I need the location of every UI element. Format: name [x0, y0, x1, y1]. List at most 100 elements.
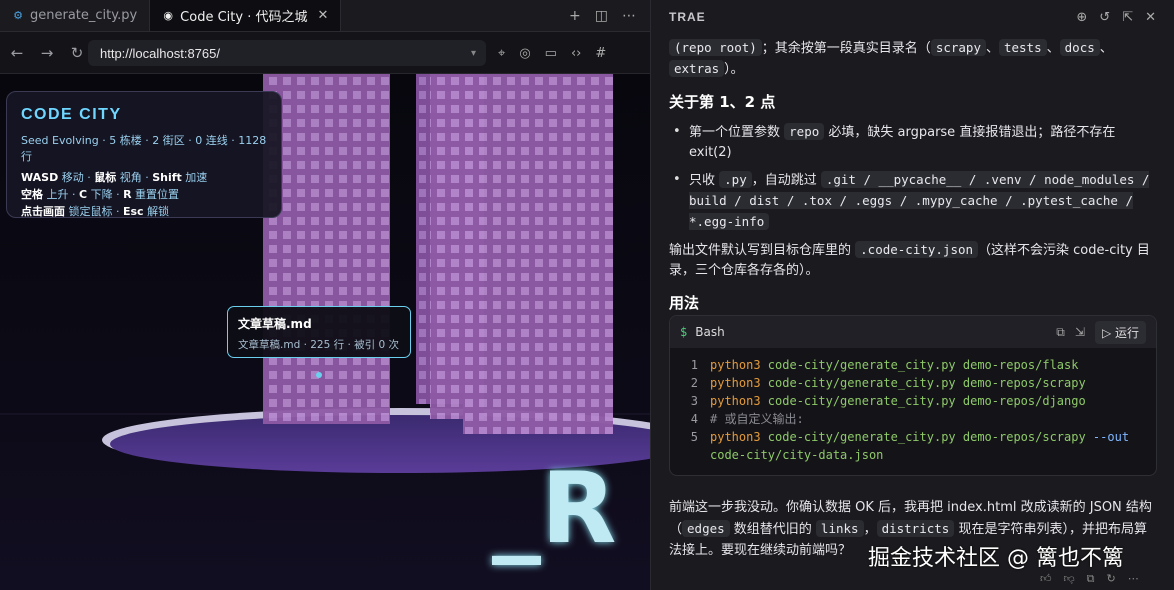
neon-sign: _R	[492, 452, 616, 566]
tooltip-detail: 文章草稿.md · 225 行 · 被引 0 次	[238, 339, 399, 351]
code-icon[interactable]: ‹›	[571, 46, 581, 61]
run-button[interactable]: ▷ 运行	[1094, 320, 1146, 344]
code-token: python3	[710, 430, 761, 444]
line-number: 2	[690, 376, 698, 390]
key-label: R	[123, 188, 132, 201]
key-label: Esc	[123, 205, 144, 218]
code-block-header: $ Bash ⧉ ⇲ ▷ 运行	[670, 316, 1156, 348]
hud-control-row: 空格 上升 · C 下降 · R 重置位置	[21, 186, 267, 203]
hud-title: CODE CITY	[21, 106, 122, 123]
regenerate-icon[interactable]: ↻	[1107, 572, 1116, 586]
key-action: 解锁	[143, 205, 170, 218]
assistant-header: TRAE ⊕ ↺ ⇱ ✕	[651, 0, 1174, 34]
tab-code-city[interactable]: ◉ Code City · 代码之城 ✕	[150, 0, 342, 31]
brand-label: TRAE	[669, 10, 706, 24]
tab-generate-city[interactable]: ⚙ generate_city.py	[0, 0, 151, 31]
line-number: 1	[690, 358, 698, 372]
key-action: 重置位置	[131, 188, 180, 201]
key-action: 视角 ·	[116, 171, 153, 184]
key-action: 下降 ·	[87, 188, 124, 201]
code-token: --out	[1092, 430, 1130, 444]
copy-icon[interactable]: ⧉	[1087, 572, 1095, 586]
close-icon[interactable]: ✕	[317, 8, 328, 23]
more-icon[interactable]: ⋯	[622, 8, 636, 24]
code-line: 4 # 或自定义输出:	[684, 410, 1156, 428]
key-label: Shift	[152, 171, 182, 184]
inline-code: (repo root)	[669, 39, 762, 56]
target-icon[interactable]: ◎	[519, 46, 530, 61]
code-line: code-city/city-data.json	[684, 446, 1156, 464]
text-run: ，自动跳过	[751, 173, 821, 188]
line-number: 4	[690, 412, 698, 426]
code-token: code-city/city-data.json	[710, 448, 884, 462]
code-token: code-city/generate_city.py demo-repos/sc…	[760, 376, 1086, 390]
code-token: code-city/generate_city.py demo-repos/sc…	[760, 430, 1093, 444]
close-icon[interactable]: ✕	[1145, 10, 1156, 25]
add-chat-icon[interactable]: ⊕	[1076, 10, 1087, 25]
python-file-icon: ⚙	[13, 9, 23, 22]
terminal-icon: $	[680, 325, 688, 339]
editor-tabbar: ⚙ generate_city.py ◉ Code City · 代码之城 ✕ …	[0, 0, 650, 32]
code-text: python3 code-city/generate_city.py demo-…	[710, 374, 1086, 392]
hud-controls: WASD 移动 · 鼠标 视角 · Shift 加速 空格 上升 · C 下降 ·…	[21, 169, 267, 220]
building	[263, 74, 390, 424]
hud-control-row: WASD 移动 · 鼠标 视角 · Shift 加速	[21, 169, 267, 186]
code-text: python3 code-city/generate_city.py demo-…	[710, 356, 1078, 374]
device-icon[interactable]: ▭	[545, 46, 557, 61]
plus-icon[interactable]: +	[569, 8, 581, 24]
code-text: python3 code-city/generate_city.py demo-…	[710, 428, 1129, 446]
text-run: 第一个位置参数	[689, 125, 785, 140]
more-icon[interactable]: ⋯	[1128, 572, 1139, 586]
assistant-pane: TRAE ⊕ ↺ ⇱ ✕ (repo root) ；其余按第一段真实目录名（ scr…	[650, 0, 1174, 590]
watermark: 掘金技术社区 @ 篱也不篱	[868, 546, 1124, 571]
code-token: code-city/generate_city.py demo-repos/fl…	[760, 358, 1079, 372]
text-run: ；其余按第一段真实目录名（	[761, 41, 931, 56]
insert-icon[interactable]: ⇲	[1075, 325, 1085, 339]
key-action: 加速	[181, 171, 208, 184]
open-external-icon[interactable]: ⇱	[1122, 10, 1133, 25]
history-icon[interactable]: ↺	[1099, 10, 1110, 25]
text-run: 、	[1099, 41, 1113, 56]
list-item: 第一个位置参数 repo 必填，缺失 argparse 直接报错退出；路径不存在…	[673, 122, 1159, 163]
copy-icon[interactable]: ⧉	[1056, 325, 1065, 340]
code-block: $ Bash ⧉ ⇲ ▷ 运行 1 python3 code-city/gener…	[669, 315, 1157, 476]
code-lines: 1 python3 code-city/generate_city.py demo…	[670, 348, 1156, 464]
tab-label: generate_city.py	[30, 8, 138, 23]
bullet-list: 第一个位置参数 repo 必填，缺失 argparse 直接报错退出；路径不存在…	[673, 122, 1159, 233]
browser-pane: ⚙ generate_city.py ◉ Code City · 代码之城 ✕ …	[0, 0, 650, 590]
key-label: 鼠标	[94, 171, 117, 184]
thumb-up-icon[interactable]: 👍︎	[1040, 572, 1052, 586]
inline-code: districts	[876, 520, 955, 537]
text-run: 、	[985, 41, 999, 56]
key-label: C	[79, 188, 88, 201]
text-run: 数组替代旧的	[729, 522, 816, 537]
code-token: python3	[710, 358, 761, 372]
heading-points: 关于第 1、2 点	[669, 93, 776, 111]
back-icon[interactable]: ←	[2, 44, 32, 62]
code-token: code-city/generate_city.py demo-repos/dj…	[760, 394, 1086, 408]
hash-icon[interactable]: #	[595, 46, 606, 61]
thumb-down-icon[interactable]: 👎︎	[1064, 572, 1075, 586]
inline-code: edges	[682, 520, 730, 537]
tooltip-title: 文章草稿.md	[238, 317, 312, 331]
inline-code: extras	[669, 60, 725, 77]
split-icon[interactable]: ◫	[595, 8, 608, 24]
paragraph: (repo root) ；其余按第一段真实目录名（ scrapy、 tests、 doc…	[669, 38, 1159, 80]
building	[463, 74, 613, 434]
chevron-down-icon[interactable]: ▾	[471, 48, 476, 59]
key-label: WASD	[21, 171, 59, 184]
browser-navbar: ← → ↻ http://localhost:8765/ ▾ ⌖ ◎ ▭ ‹› …	[0, 32, 650, 74]
key-action: 上升 ·	[43, 188, 79, 201]
line-number: 3	[690, 394, 698, 408]
inline-code: tests	[998, 39, 1047, 56]
key-label: 点击画面	[21, 205, 65, 218]
inline-code: links	[815, 520, 864, 537]
inspect-cursor-icon[interactable]: ⌖	[498, 46, 505, 61]
url-text: http://localhost:8765/	[100, 45, 220, 61]
code-line: 1 python3 code-city/generate_city.py demo…	[684, 356, 1156, 374]
url-input[interactable]: http://localhost:8765/ ▾	[88, 40, 486, 66]
text-run: ，	[863, 522, 877, 537]
building-tooltip: 文章草稿.md 文章草稿.md · 225 行 · 被引 0 次	[227, 306, 411, 358]
code-text: python3 code-city/generate_city.py demo-…	[710, 392, 1086, 410]
forward-icon[interactable]: →	[32, 44, 62, 62]
